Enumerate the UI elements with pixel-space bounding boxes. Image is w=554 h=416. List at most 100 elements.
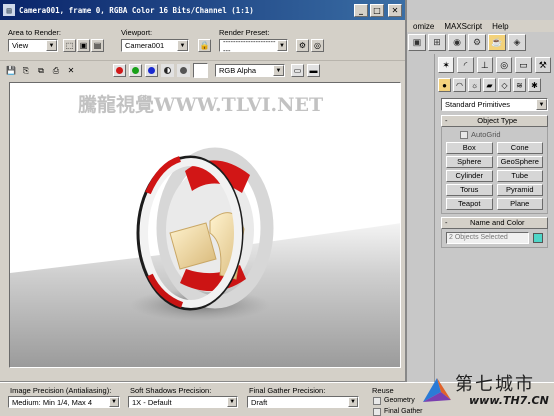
teapot-button[interactable]: Teapot [446, 198, 493, 210]
shapes-icon[interactable]: ◠ [453, 78, 466, 92]
chevron-down-icon: ▼ [273, 65, 284, 76]
auto-region-icon[interactable]: ▣ [77, 39, 90, 52]
pyramid-button[interactable]: Pyramid [496, 184, 543, 196]
edit-region-icon[interactable]: ⬚ [63, 39, 76, 52]
teapot-render-icon[interactable]: ☕ [488, 34, 506, 51]
final-gather-checkbox[interactable] [373, 408, 381, 416]
name-color-rollout-header[interactable]: - Name and Color [441, 217, 548, 229]
render-frame-icon[interactable]: ▣ [408, 34, 426, 51]
blue-channel-toggle[interactable] [145, 64, 158, 77]
modify-tab-icon[interactable]: ◜ [457, 57, 474, 73]
red-channel-icon [116, 67, 123, 74]
geometry-label: Geometry [384, 397, 415, 404]
window-titlebar[interactable]: ▤ Camera001, frame 0, RGBA Color 16 Bits… [0, 0, 405, 20]
toggle-ui-overlay-icon[interactable]: ▭ [291, 64, 304, 77]
autogrid-checkbox-row[interactable]: AutoGrid [446, 130, 543, 139]
copy-image-icon[interactable]: ⎘ [20, 65, 32, 77]
area-to-render-label: Area to Render: [8, 28, 61, 37]
max-main-toolbar: ▣ ⊞ ◉ ⚙ ☕ ◈ [405, 32, 554, 54]
final-gather-value: Draft [251, 397, 268, 407]
object-color-swatch[interactable] [533, 233, 543, 243]
viewport-dropdown[interactable]: Camera001 ▼ [121, 39, 189, 52]
cameras-icon[interactable]: ▰ [483, 78, 496, 92]
geometry-icon[interactable]: ● [438, 78, 451, 92]
image-precision-dropdown[interactable]: Medium: Min 1/4, Max 4 ▼ [8, 396, 120, 408]
alpha-channel-toggle[interactable] [161, 64, 174, 77]
object-name-field[interactable]: 2 Objects Selected [446, 232, 529, 244]
rendered-image: 騰龍視覺WWW.TLVI.NET [9, 82, 401, 368]
render-preset-dropdown[interactable]: ------------------------ ▼ [219, 37, 288, 55]
geometry-checkbox[interactable] [373, 397, 381, 405]
helpers-icon[interactable]: ◇ [498, 78, 511, 92]
material-editor-icon[interactable]: ◉ [448, 34, 466, 51]
clone-window-icon[interactable]: ⧉ [35, 65, 47, 77]
chevron-down-icon: ▼ [109, 397, 119, 407]
area-to-render-dropdown[interactable]: View ▼ [8, 39, 58, 52]
chevron-down-icon: ▼ [227, 397, 237, 407]
systems-icon[interactable]: ✱ [528, 78, 541, 92]
green-channel-toggle[interactable] [129, 64, 142, 77]
graph-icon[interactable]: ⊞ [428, 34, 446, 51]
monochrome-icon [180, 67, 187, 74]
close-button[interactable]: ✕ [388, 3, 402, 17]
spacewarps-icon[interactable]: ≋ [513, 78, 526, 92]
render-setup-icon[interactable]: ⚙ [296, 39, 309, 52]
geosphere-button[interactable]: GeoSphere [496, 156, 543, 168]
name-color-title: Name and Color [469, 218, 525, 227]
box-button[interactable]: Box [446, 142, 493, 154]
reuse-label: Reuse [372, 386, 394, 395]
soft-shadows-label: Soft Shadows Precision: [130, 386, 212, 395]
lock-viewport-icon[interactable]: 🔒 [198, 39, 211, 52]
window-title: Camera001, frame 0, RGBA Color 16 Bits/C… [19, 5, 254, 15]
display-channel-dropdown[interactable]: RGB Alpha ▼ [215, 64, 285, 77]
red-channel-toggle[interactable] [113, 64, 126, 77]
command-panel: ✶ ◜ ⊥ ◎ ▭ ⚒ ● ◠ ☼ ▰ ◇ ≋ ✱ Standard Primi… [434, 54, 554, 416]
primitive-category-dropdown[interactable]: Standard Primitives ▼ [441, 98, 548, 111]
save-image-icon[interactable]: 💾 [5, 65, 17, 77]
torus-button[interactable]: Torus [446, 184, 493, 196]
hierarchy-tab-icon[interactable]: ⊥ [476, 57, 493, 73]
monochrome-toggle[interactable] [177, 64, 190, 77]
menu-item-maxscript[interactable]: MAXScript [444, 22, 482, 31]
create-tab-icon[interactable]: ✶ [438, 57, 455, 73]
collapse-minus-icon: - [445, 116, 448, 125]
display-tab-icon[interactable]: ▭ [515, 57, 532, 73]
sphere-button[interactable]: Sphere [446, 156, 493, 168]
viewport-label: Viewport: [121, 28, 153, 37]
soft-shadows-dropdown[interactable]: 1X - Default ▼ [128, 396, 238, 408]
tube-button[interactable]: Tube [496, 170, 543, 182]
final-gather-dropdown[interactable]: Draft ▼ [247, 396, 359, 408]
clear-image-icon[interactable]: ✕ [65, 65, 77, 77]
alpha-channel-icon [164, 67, 171, 74]
display-channel-value: RGB Alpha [219, 66, 257, 75]
print-image-icon[interactable]: ⎙ [50, 65, 62, 77]
render-controls: Area to Render: View ▼ ⬚ ▣ ▤ Viewport: C… [0, 20, 405, 60]
utilities-tab-icon[interactable]: ⚒ [534, 57, 551, 73]
chevron-down-icon: ▼ [348, 397, 358, 407]
cylinder-button[interactable]: Cylinder [446, 170, 493, 182]
minimize-button[interactable]: _ [354, 3, 368, 17]
max-menu-bar: omize MAXScript Help [405, 20, 554, 32]
object-type-rollout-header[interactable]: - Object Type [441, 115, 548, 127]
toggle-ui-icon[interactable]: ▬ [307, 64, 320, 77]
maximize-button[interactable]: □ [370, 3, 384, 17]
lights-icon[interactable]: ☼ [468, 78, 481, 92]
final-gather-label: Final Gather Precision: [249, 386, 326, 395]
plane-button[interactable]: Plane [496, 198, 543, 210]
command-panel-tabs: ✶ ◜ ⊥ ◎ ▭ ⚒ [435, 54, 554, 76]
motion-tab-icon[interactable]: ◎ [495, 57, 513, 73]
chevron-down-icon: ▼ [46, 40, 57, 51]
render-last-icon[interactable]: ◈ [508, 34, 526, 51]
cone-button[interactable]: Cone [496, 142, 543, 154]
image-precision-label: Image Precision (Antialiasing): [10, 386, 112, 395]
autogrid-checkbox[interactable] [460, 130, 468, 139]
logo-mark-icon [423, 378, 451, 402]
menu-item-help[interactable]: Help [492, 22, 508, 31]
menu-item-customize[interactable]: omize [413, 22, 434, 31]
render-setup-icon[interactable]: ⚙ [468, 34, 486, 51]
render-region-icon[interactable]: ▤ [91, 39, 104, 52]
chevron-down-icon: ▼ [177, 40, 188, 51]
object-type-title: Object Type [477, 116, 518, 125]
environment-effects-icon[interactable]: ◎ [311, 39, 324, 52]
color-swatch[interactable] [193, 63, 208, 78]
